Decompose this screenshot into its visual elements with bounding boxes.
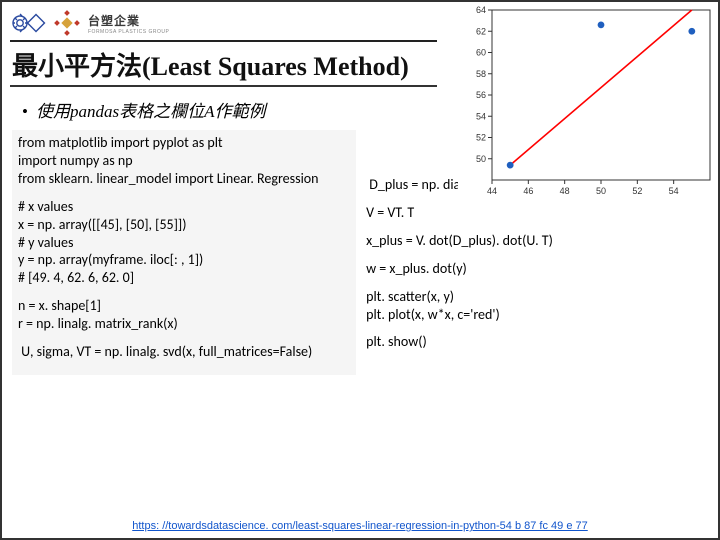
code-imports: from matplotlib import pyplot as plt imp… [18,134,350,188]
svg-text:50: 50 [596,186,606,196]
footer-link: https: //towardsdatascience. com/least-s… [2,520,718,532]
page-title: 最小平方法(Least Squares Method) [12,46,446,83]
company-name-cn: 台塑企業 [88,12,169,29]
slide: 台塑企業 FORMOSA PLASTICS GROUP 最小平方法(Least … [0,0,720,540]
code-vtt: V = VT. T [366,204,710,222]
svg-text:58: 58 [476,69,486,79]
svg-text:56: 56 [476,90,486,100]
company-name-block: 台塑企業 FORMOSA PLASTICS GROUP [88,12,169,35]
bullet-text: 使用pandas表格之欄位A作範例 [36,97,266,122]
header-divider [10,40,437,42]
code-xy: # x values x = np. array([[45], [50], [5… [18,198,350,288]
code-w: w = x_plus. dot(y) [366,260,710,278]
code-plot: plt. scatter(x, y) plt. plot(x, w*x, c='… [366,288,710,324]
svg-text:52: 52 [476,133,486,143]
svg-text:50: 50 [476,154,486,164]
svg-text:64: 64 [476,5,486,15]
code-xplus: x_plus = V. dot(D_plus). dot(U. T) [366,232,710,250]
source-link[interactable]: https: //towardsdatascience. com/least-s… [132,520,588,532]
svg-text:54: 54 [669,186,679,196]
code-svd: U, sigma, VT = np. linalg. svd(x, full_m… [18,343,350,361]
bullet-dot-icon: • [22,102,28,122]
svg-text:54: 54 [476,111,486,121]
svg-text:60: 60 [476,48,486,58]
svg-text:44: 44 [487,186,497,196]
title-underline [10,85,437,87]
logo-gear-icon [10,9,46,37]
code-rank: n = x. shape[1] r = np. linalg. matrix_r… [18,297,350,333]
svg-text:48: 48 [560,186,570,196]
scatter-chart: 50 52 54 56 58 60 62 64 44 46 48 50 52 54 [458,2,718,202]
logo-diamond-icon [54,10,80,36]
svg-text:62: 62 [476,26,486,36]
code-show: plt. show() [366,333,710,351]
svg-text:46: 46 [523,186,533,196]
svg-text:52: 52 [632,186,642,196]
code-col-left: from matplotlib import pyplot as plt imp… [12,130,356,375]
company-name-en: FORMOSA PLASTICS GROUP [88,29,169,35]
